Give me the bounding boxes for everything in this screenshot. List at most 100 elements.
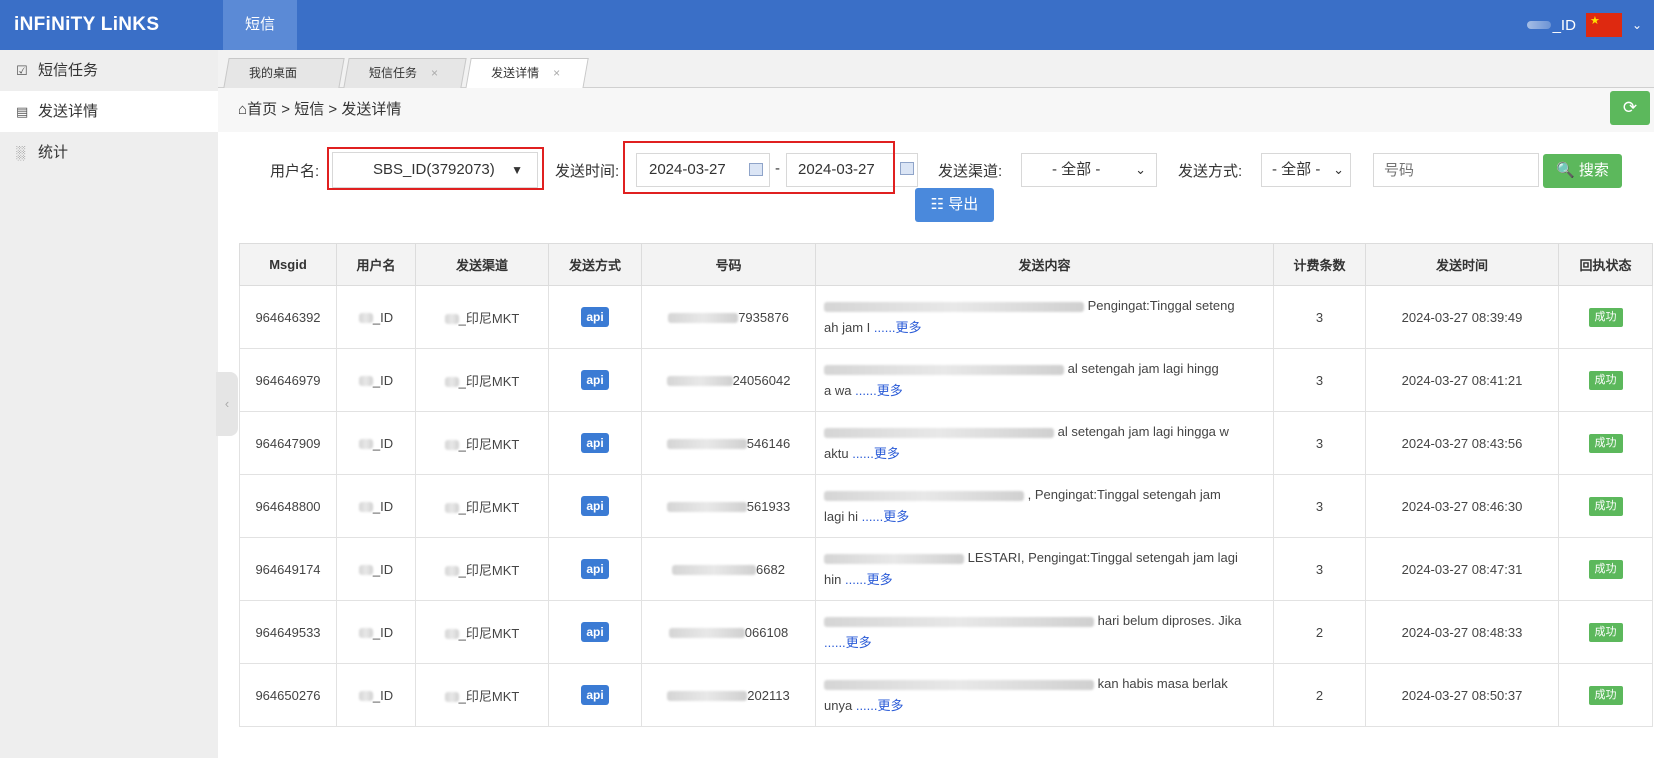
cell-username-text: _ID [372,372,394,388]
cell-msgid: 964646979 [239,348,337,412]
more-link[interactable]: ......更多 [855,383,903,398]
col-header-status[interactable]: 回执状态 [1558,243,1653,286]
cell-channel: _印尼MKT [415,600,549,664]
col-header-content[interactable]: 发送内容 [815,243,1274,286]
method-select[interactable]: - 全部 - ⌄ [1261,153,1351,187]
cell-username: _ID [336,411,416,475]
cell-time: 2024-03-27 08:41:21 [1365,348,1559,412]
cell-username: _ID [336,537,416,601]
chevron-left-icon: ‹ [224,396,230,411]
more-link[interactable]: ......更多 [874,320,922,335]
cell-number: 6682 [641,537,816,601]
user-menu[interactable]: _ID ⌄ [1526,0,1642,50]
sidebar-item-label: 统计 [38,144,69,161]
tab-label: 短信任务 [369,66,418,80]
number-input[interactable] [1373,153,1539,187]
close-icon[interactable]: × [553,59,560,87]
cell-username: _ID [336,600,416,664]
cell-channel-text: _印尼MKT [458,499,520,515]
redacted-text [358,565,373,576]
col-header-msgid[interactable]: Msgid [239,243,337,286]
cell-msgid: 964648800 [239,474,337,538]
tab-sms-task[interactable]: 短信任务 × [343,58,467,88]
col-header-count[interactable]: 计费条数 [1273,243,1366,286]
status-badge: 成功 [1588,370,1623,390]
breadcrumb-level2: 发送详情 [341,101,402,118]
channel-value: - 全部 - [1052,161,1101,178]
breadcrumb-home[interactable]: 首页 [247,101,277,118]
col-header-username[interactable]: 用户名 [336,243,416,286]
sidebar-item-send-detail[interactable]: ▤ 发送详情 [0,91,218,132]
cell-time: 2024-03-27 08:43:56 [1365,411,1559,475]
sidebar-item-stats[interactable]: ░ 统计 [0,132,218,173]
more-link[interactable]: ......更多 [845,572,893,587]
breadcrumb-level1[interactable]: 短信 [294,101,324,118]
redacted-text [824,679,1094,690]
col-header-channel[interactable]: 发送渠道 [415,243,549,286]
cell-time: 2024-03-27 08:46:30 [1365,474,1559,538]
redacted-text [824,301,1084,312]
cell-number-text: 066108 [744,624,789,640]
sidebar-collapse-handle[interactable]: ‹ [216,372,238,436]
cell-channel-text: _印尼MKT [458,562,520,578]
cell-time: 2024-03-27 08:39:49 [1365,285,1559,349]
chevron-down-icon[interactable]: ⌄ [1632,18,1642,32]
cell-status: 成功 [1558,474,1653,538]
redacted-text [667,691,748,702]
cell-count: 2 [1273,600,1366,664]
redacted-text [824,427,1054,438]
cell-content-text: al setengah jam lagi hingg [1067,361,1219,376]
col-header-method[interactable]: 发送方式 [548,243,642,286]
api-badge: api [581,622,609,642]
cell-count: 2 [1273,663,1366,727]
calendar-icon[interactable] [900,162,914,175]
redacted-text [668,628,745,639]
col-header-number[interactable]: 号码 [641,243,816,286]
cell-content-text: , Pengingat:Tinggal setengah jam [1027,487,1221,502]
redacted-text [358,502,373,513]
status-badge: 成功 [1588,307,1623,327]
cell-channel-text: _印尼MKT [458,688,520,704]
close-icon[interactable]: × [431,59,438,87]
search-icon: 🔍 [1556,162,1575,179]
detail-icon: ▤ [16,104,29,119]
sidebar-item-sms-task[interactable]: ☑ 短信任务 [0,50,218,91]
more-link[interactable]: ......更多 [824,635,872,650]
col-header-time[interactable]: 发送时间 [1365,243,1559,286]
cell-method: api [548,663,642,727]
cell-number: 7935876 [641,285,816,349]
channel-select[interactable]: - 全部 - ⌄ [1021,153,1157,187]
cell-msgid: 964650276 [239,663,337,727]
status-badge: 成功 [1588,496,1623,516]
cell-time: 2024-03-27 08:48:33 [1365,600,1559,664]
redacted-text [666,439,747,450]
cell-content-text: hin [824,572,842,587]
table-header-row: Msgid 用户名 发送渠道 发送方式 号码 发送内容 计费条数 发送时间 回执… [239,243,1653,286]
sidebar-item-label: 发送详情 [38,103,99,120]
tab-my-desktop[interactable]: 我的桌面 [223,58,345,88]
table-row: 964646392 _ID _印尼MKT api 7935876 Penging… [239,285,1653,349]
top-nav-sms[interactable]: 短信 [223,0,297,50]
cell-number-text: 546146 [746,435,791,451]
search-button[interactable]: 🔍 搜索 [1543,154,1622,188]
username-label: 用户名: [270,163,320,180]
more-link[interactable]: ......更多 [852,446,900,461]
more-link[interactable]: ......更多 [862,509,910,524]
cell-msgid: 964646392 [239,285,337,349]
redacted-text [444,629,459,640]
tab-send-detail[interactable]: 发送详情 × [465,58,589,89]
status-badge: 成功 [1588,685,1623,705]
method-label: 发送方式: [1178,163,1243,180]
refresh-button[interactable]: ⟳ [1610,91,1650,125]
cell-number-text: 561933 [746,498,791,514]
breadcrumb-bar: ⌂首页 > 短信 > 发送详情 ⟳ [218,88,1654,132]
api-badge: api [581,685,609,705]
cell-content-text: kan habis masa berlak [1097,676,1228,691]
more-link[interactable]: ......更多 [856,698,904,713]
export-button[interactable]: ☷ 导出 [915,188,994,222]
cell-content: kan habis masa berlak unya ......更多 [815,663,1274,727]
cell-content: Pengingat:Tinggal seteng ah jam I ......更… [815,285,1274,349]
cell-channel-text: _印尼MKT [458,436,520,452]
user-name-suffix: _ID [1552,16,1576,34]
highlight-username [327,147,544,190]
